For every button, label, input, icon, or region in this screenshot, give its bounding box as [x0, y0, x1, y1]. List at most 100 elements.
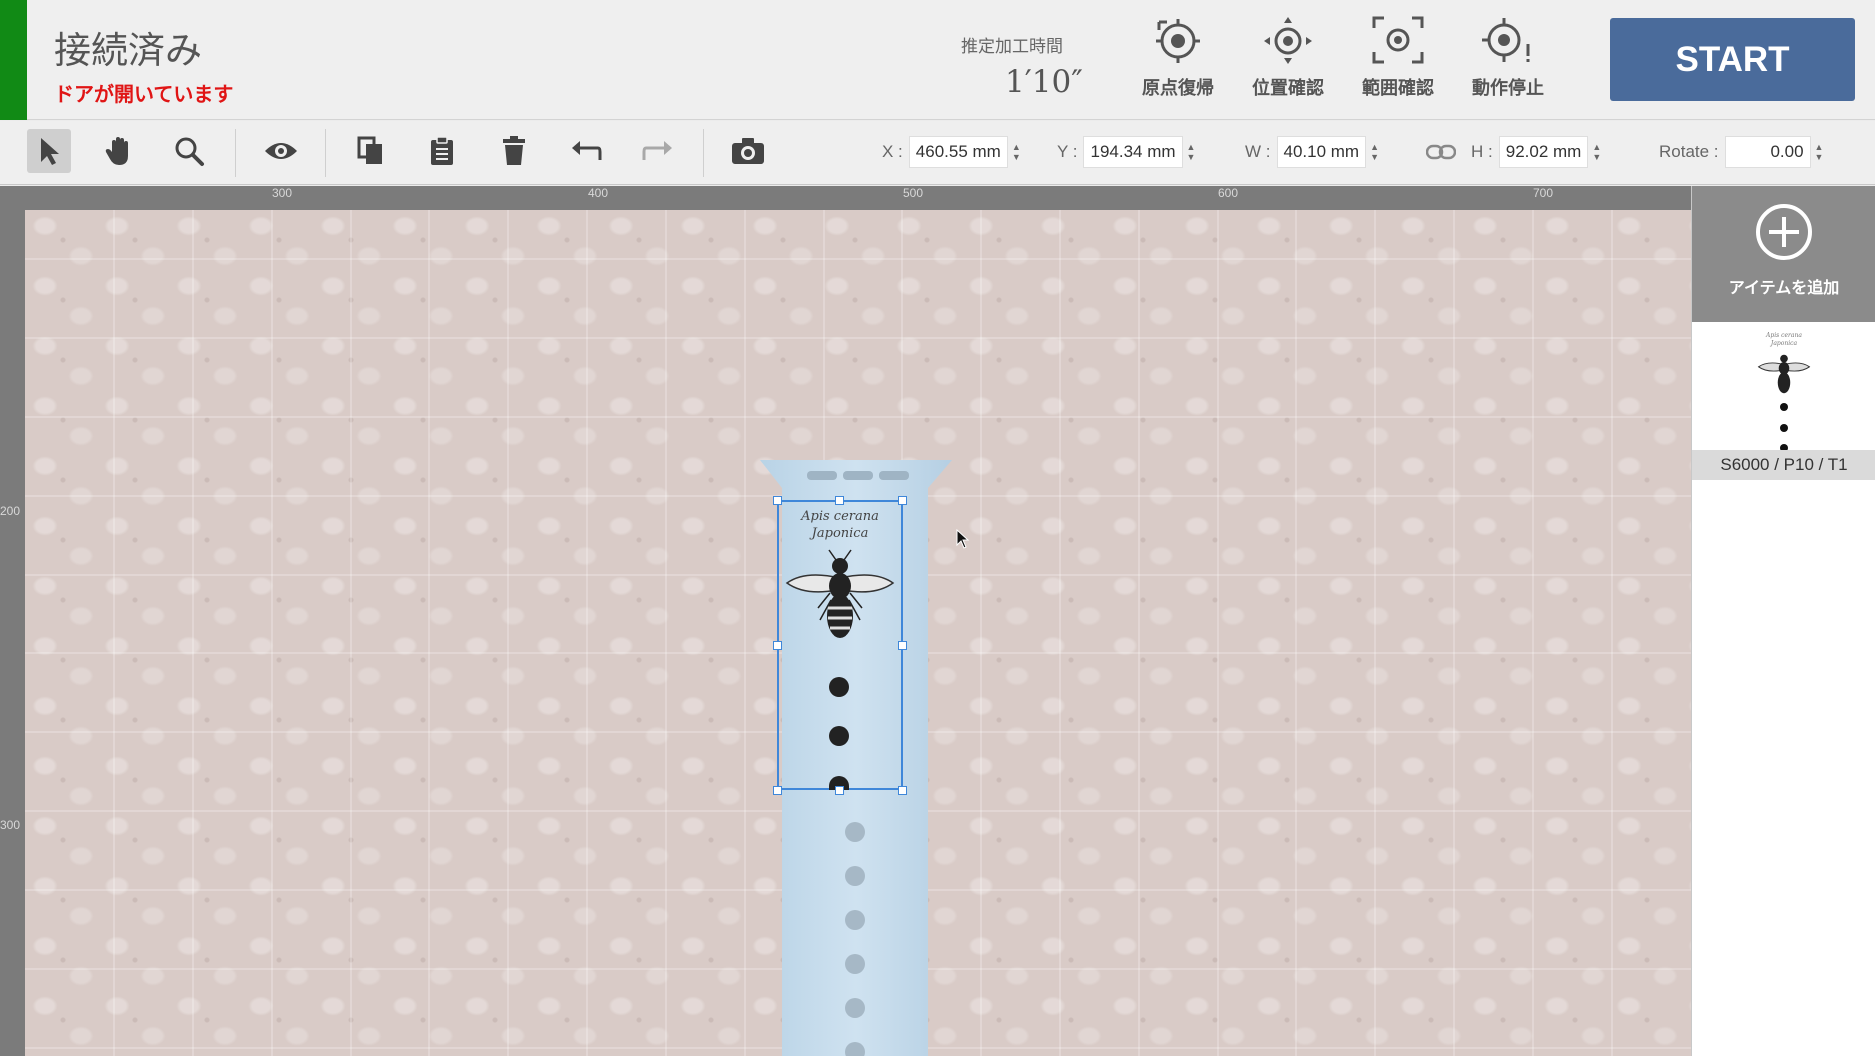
h-input[interactable]: 92.02 mm — [1498, 136, 1589, 168]
home-target-icon — [1156, 19, 1200, 63]
design-text-line1: Apis cerana — [801, 509, 879, 524]
redo-button[interactable] — [636, 129, 680, 173]
range-check-button[interactable]: 範囲確認 — [1348, 16, 1448, 106]
position-check-button[interactable]: 位置確認 — [1238, 16, 1338, 106]
resize-handle[interactable] — [835, 496, 844, 505]
ruler-label: 300 — [0, 818, 21, 832]
preview-button[interactable] — [259, 129, 303, 173]
y-position-field: Y : 194.34 mm ▲ ▼ — [1057, 135, 1195, 169]
w-stepper[interactable]: ▲ ▼ — [1370, 142, 1379, 162]
home-return-button[interactable]: 原点復帰 — [1128, 16, 1228, 106]
w-label: W : — [1245, 142, 1271, 161]
ruler-left: 200 300 — [0, 186, 25, 1056]
resize-handle[interactable] — [773, 786, 782, 795]
x-position-field: X : 460.55 mm ▲ ▼ — [882, 135, 1021, 169]
position-target-icon — [1264, 17, 1312, 64]
start-button[interactable]: START — [1610, 18, 1855, 101]
add-item-label: アイテムを追加 — [1728, 278, 1840, 297]
stop-operation-label: 動作停止 — [1472, 78, 1544, 99]
design-dot — [829, 677, 849, 697]
ruler-label: 200 — [0, 504, 21, 518]
ruler-label: 600 — [1218, 186, 1239, 200]
connection-status-indicator — [0, 0, 27, 120]
resize-handle[interactable] — [773, 641, 782, 650]
canvas-area[interactable]: 300 400 500 600 700 200 300 Apis cerana … — [0, 186, 1691, 1056]
copy-button[interactable] — [349, 129, 393, 173]
selected-design-object[interactable]: Apis cerana Japonica — [773, 496, 907, 795]
stop-operation-button[interactable]: 動作停止 — [1458, 16, 1558, 106]
redo-icon — [642, 141, 672, 160]
connection-status: 接続済み — [54, 29, 202, 72]
position-check-label: 位置確認 — [1252, 78, 1324, 99]
layer-sidebar: アイテムを追加 Apis cerana Japonica S6000 / P10… — [1691, 186, 1875, 1056]
h-label: H : — [1471, 142, 1493, 161]
camera-button[interactable] — [726, 129, 770, 173]
camera-icon — [732, 138, 764, 164]
layer-thumbnail: Apis cerana Japonica — [1747, 332, 1821, 452]
layer-thumb-text-line1: Apis cerana — [1766, 332, 1802, 339]
add-item-button[interactable]: アイテムを追加 — [1692, 186, 1875, 322]
undo-button[interactable] — [564, 129, 608, 173]
eye-preview-icon — [265, 143, 297, 159]
layer-thumb-dot — [1780, 424, 1788, 432]
resize-handle[interactable] — [835, 786, 844, 795]
x-input[interactable]: 460.55 mm — [908, 136, 1008, 168]
paste-button[interactable] — [420, 129, 464, 173]
estimated-time-value: 1′10″ — [1005, 64, 1083, 100]
resize-handle[interactable] — [773, 496, 782, 505]
header-bar: 接続済み ドアが開いています 推定加工時間 1′10″ 原点復帰 位置確認 範囲… — [0, 0, 1875, 120]
ruler-label: 300 — [272, 186, 293, 200]
rotate-stepper[interactable]: ▲ ▼ — [1815, 142, 1824, 162]
rotate-label: Rotate : — [1659, 142, 1719, 161]
delete-button[interactable] — [492, 129, 536, 173]
y-input[interactable]: 194.34 mm — [1083, 136, 1183, 168]
ruler-label: 500 — [903, 186, 924, 200]
toolbar-divider — [235, 129, 236, 177]
y-label: Y : — [1057, 142, 1078, 161]
toolbar-divider — [325, 129, 326, 177]
ruler-label: 700 — [1533, 186, 1554, 200]
door-warning: ドアが開いています — [54, 82, 234, 106]
rotate-input[interactable]: 0.00 — [1724, 136, 1811, 168]
x-stepper[interactable]: ▲ ▼ — [1012, 142, 1021, 162]
layer-thumb-text-line2: Japonica — [1770, 340, 1798, 347]
paste-icon — [431, 136, 453, 165]
x-label: X : — [882, 142, 903, 161]
bee-illustration — [785, 549, 895, 638]
height-field: H : 92.02 mm ▲ ▼ — [1471, 135, 1601, 169]
aspect-lock-toggle[interactable] — [1426, 135, 1456, 169]
layer-item[interactable]: Apis cerana Japonica S6000 / P10 / T1 — [1692, 326, 1875, 484]
frame-target-icon — [1372, 16, 1424, 64]
h-stepper[interactable]: ▲ ▼ — [1592, 142, 1601, 162]
layer-settings-label: S6000 / P10 / T1 — [1692, 450, 1875, 480]
ruler-top: 300 400 500 600 700 — [25, 186, 1691, 210]
design-dot — [829, 726, 849, 746]
undo-icon — [572, 141, 602, 160]
design-text-line2: Japonica — [811, 526, 869, 541]
mouse-cursor-icon — [956, 529, 970, 549]
copy-icon — [357, 136, 382, 164]
select-tool-button[interactable] — [27, 129, 71, 173]
stop-target-icon — [1482, 18, 1530, 62]
link-icon — [1426, 144, 1456, 160]
pan-tool-button[interactable] — [97, 129, 141, 173]
design-text: Apis cerana Japonica — [777, 508, 903, 542]
bee-thumbnail-icon — [1757, 354, 1811, 394]
home-return-label: 原点復帰 — [1142, 78, 1214, 99]
estimated-time-label: 推定加工時間 — [961, 37, 1063, 57]
delete-icon — [503, 136, 525, 165]
y-stepper[interactable]: ▲ ▼ — [1187, 142, 1196, 162]
layer-thumb-text: Apis cerana Japonica — [1747, 332, 1821, 348]
toolbar: X : 460.55 mm ▲ ▼ Y : 194.34 mm ▲ ▼ W : 40… — [0, 121, 1875, 185]
select-arrow-icon — [41, 138, 59, 165]
resize-handle[interactable] — [898, 786, 907, 795]
resize-handle[interactable] — [898, 496, 907, 505]
w-input[interactable]: 40.10 mm — [1276, 136, 1367, 168]
zoom-icon — [175, 137, 204, 166]
layer-thumb-dot — [1780, 403, 1788, 411]
zoom-tool-button[interactable] — [167, 129, 211, 173]
resize-handle[interactable] — [898, 641, 907, 650]
honeycomb-workbed[interactable]: Apis cerana Japonica — [25, 210, 1691, 1056]
toolbar-divider — [703, 129, 704, 177]
rotate-field: Rotate : 0.00 ▲ ▼ — [1659, 135, 1823, 169]
